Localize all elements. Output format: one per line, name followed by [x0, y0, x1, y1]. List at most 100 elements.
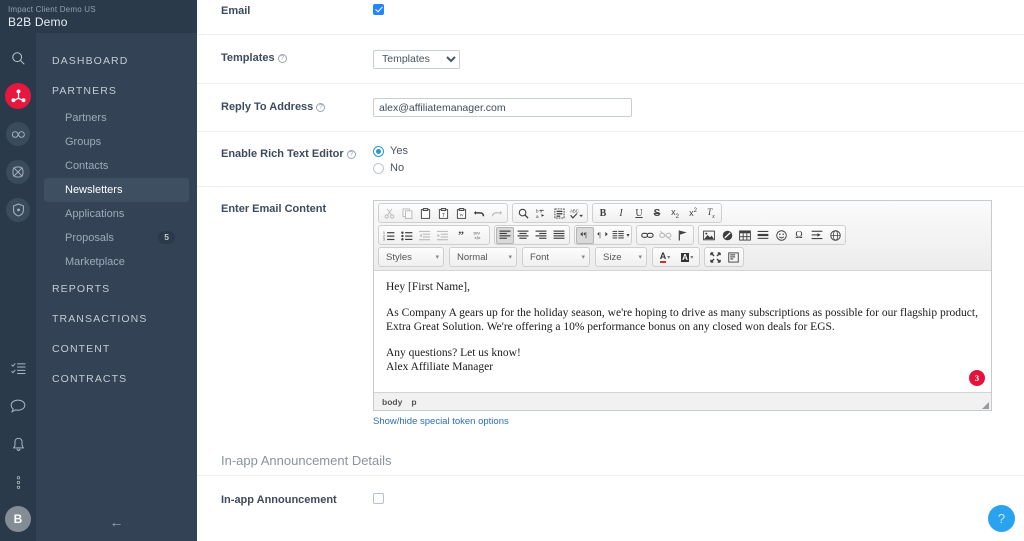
replace-icon[interactable]: baa: [532, 205, 550, 222]
superscript-icon[interactable]: x2: [684, 205, 702, 222]
size-combo[interactable]: Size▾: [595, 247, 647, 267]
sidebar-item-groups[interactable]: Groups: [36, 130, 197, 154]
justify-icon[interactable]: [550, 227, 568, 244]
sidebar-item-reports[interactable]: REPORTS: [36, 274, 197, 304]
underline-icon[interactable]: U: [630, 205, 648, 222]
styles-combo[interactable]: Styles▾: [378, 247, 444, 267]
infinity-icon[interactable]: [0, 115, 36, 153]
remove-format-icon[interactable]: Tx: [702, 205, 720, 222]
status-element-p[interactable]: p: [411, 397, 416, 407]
subscript-icon[interactable]: x2: [666, 205, 684, 222]
sidebar-item-marketplace[interactable]: Marketplace: [36, 250, 197, 274]
chat-icon[interactable]: [0, 387, 36, 425]
sidebar-item-newsletters[interactable]: Newsletters: [44, 178, 189, 202]
page-break-icon[interactable]: [808, 227, 826, 244]
sidebar-item-proposals[interactable]: Proposals5: [36, 226, 197, 250]
undo-icon[interactable]: [470, 205, 488, 222]
strikethrough-icon[interactable]: S: [648, 205, 666, 222]
blockquote-icon[interactable]: ”: [452, 227, 470, 244]
italic-icon[interactable]: I: [612, 205, 630, 222]
div-container-icon[interactable]: DIV</>: [470, 227, 488, 244]
svg-text:T: T: [441, 212, 444, 218]
toolbar-row-2: 123”DIV</>¶¶▾Ω: [378, 225, 989, 245]
horizontal-rule-icon[interactable]: [754, 227, 772, 244]
show-blocks-icon[interactable]: [724, 249, 742, 266]
reply-to-input[interactable]: [373, 98, 632, 117]
align-center-icon[interactable]: [514, 227, 532, 244]
table-icon[interactable]: [736, 227, 754, 244]
special-token-link[interactable]: Show/hide special token options: [373, 416, 509, 427]
tasks-icon[interactable]: [0, 349, 36, 387]
select-all-icon[interactable]: [550, 205, 568, 222]
bulleted-list-icon[interactable]: [398, 227, 416, 244]
background-color-icon[interactable]: A▾: [676, 249, 698, 266]
email-content-cell: TWbaaABCBIUSx2x2Tx 123”DIV</>¶¶▾Ω Styles…: [373, 200, 1024, 429]
paste-word-icon[interactable]: W: [452, 205, 470, 222]
help-icon[interactable]: ?: [347, 150, 356, 159]
language-icon[interactable]: ▾: [612, 227, 630, 244]
toolbar-group: TW: [378, 203, 508, 223]
sidebar-item-transactions[interactable]: TRANSACTIONS: [36, 304, 197, 334]
status-element-body[interactable]: body: [382, 397, 402, 407]
sidebar-item-partners[interactable]: PARTNERS: [36, 76, 197, 106]
avatar[interactable]: B: [5, 506, 31, 532]
ltr-direction-icon[interactable]: ¶: [576, 227, 594, 244]
help-fab-button[interactable]: ?: [988, 505, 1015, 532]
sidebar-item-applications[interactable]: Applications: [36, 202, 197, 226]
text-color-icon[interactable]: A▾: [654, 249, 676, 266]
templates-select[interactable]: Templates: [373, 50, 460, 69]
spellcheck-icon[interactable]: ABC: [568, 205, 586, 222]
sidebar-item-partners[interactable]: Partners: [36, 106, 197, 130]
rich-text-radio-group: Yes No: [373, 145, 1024, 174]
rtl-direction-icon[interactable]: ¶: [594, 227, 612, 244]
editor-resize-handle[interactable]: [982, 402, 989, 409]
rich-text-no-option[interactable]: No: [373, 162, 1024, 174]
rich-text-no-radio[interactable]: [373, 163, 384, 174]
rich-text-label-text: Enable Rich Text Editor: [221, 148, 344, 160]
bell-icon[interactable]: [0, 425, 36, 463]
link-icon[interactable]: [638, 227, 656, 244]
in-app-announcement-checkbox[interactable]: [373, 493, 384, 504]
align-right-icon[interactable]: [532, 227, 550, 244]
search-icon[interactable]: [0, 39, 36, 77]
bold-icon[interactable]: B: [594, 205, 612, 222]
in-app-announcement-label: In-app Announcement: [221, 491, 373, 506]
help-icon[interactable]: ?: [316, 103, 325, 112]
shield-icon[interactable]: [0, 191, 36, 229]
flash-icon[interactable]: [718, 227, 736, 244]
atom-icon[interactable]: [0, 153, 36, 191]
paste-text-icon[interactable]: T: [434, 205, 452, 222]
rich-text-yes-option[interactable]: Yes: [373, 145, 1024, 157]
sidebar-item-dashboard[interactable]: DASHBOARD: [36, 46, 197, 76]
find-icon[interactable]: [514, 205, 532, 222]
rich-text-yes-radio[interactable]: [373, 146, 384, 157]
sidebar-collapse-button[interactable]: ←: [36, 514, 197, 530]
font-combo[interactable]: Font▾: [522, 247, 590, 267]
sidebar-item-label: Marketplace: [65, 256, 125, 268]
help-icon[interactable]: ?: [278, 54, 287, 63]
email-checkbox[interactable]: [373, 4, 384, 15]
special-char-icon[interactable]: Ω: [790, 227, 808, 244]
paragraph-format-combo[interactable]: Normal▾: [449, 247, 517, 267]
numbered-list-icon[interactable]: 123: [380, 227, 398, 244]
editor-paragraph: As Company A gears up for the holiday se…: [386, 306, 979, 335]
iframe-icon[interactable]: [826, 227, 844, 244]
smiley-icon[interactable]: [772, 227, 790, 244]
svg-text:</>: </>: [474, 235, 481, 240]
sidebar-item-contracts[interactable]: CONTRACTS: [36, 364, 197, 394]
sidebar-item-contacts[interactable]: Contacts: [36, 154, 197, 178]
align-left-icon[interactable]: [496, 227, 514, 244]
anchor-icon[interactable]: [674, 227, 692, 244]
notification-badge[interactable]: 3: [969, 370, 985, 386]
sidebar-item-content[interactable]: CONTENT: [36, 334, 197, 364]
image-icon[interactable]: [700, 227, 718, 244]
toolbar-group: baa ABC: [512, 203, 588, 223]
maximize-icon[interactable]: [706, 249, 724, 266]
editor-content-area[interactable]: Hey [First Name], As Company A gears up …: [374, 271, 991, 393]
sidebar-item-label: CONTRACTS: [52, 373, 127, 385]
sidebar-header[interactable]: Impact Client Demo US B2B Demo: [0, 0, 197, 33]
more-icon[interactable]: [0, 463, 36, 501]
impact-logo-icon[interactable]: [0, 77, 36, 115]
rich-text-editor[interactable]: TWbaaABCBIUSx2x2Tx 123”DIV</>¶¶▾Ω Styles…: [373, 200, 992, 411]
paste-icon[interactable]: [416, 205, 434, 222]
